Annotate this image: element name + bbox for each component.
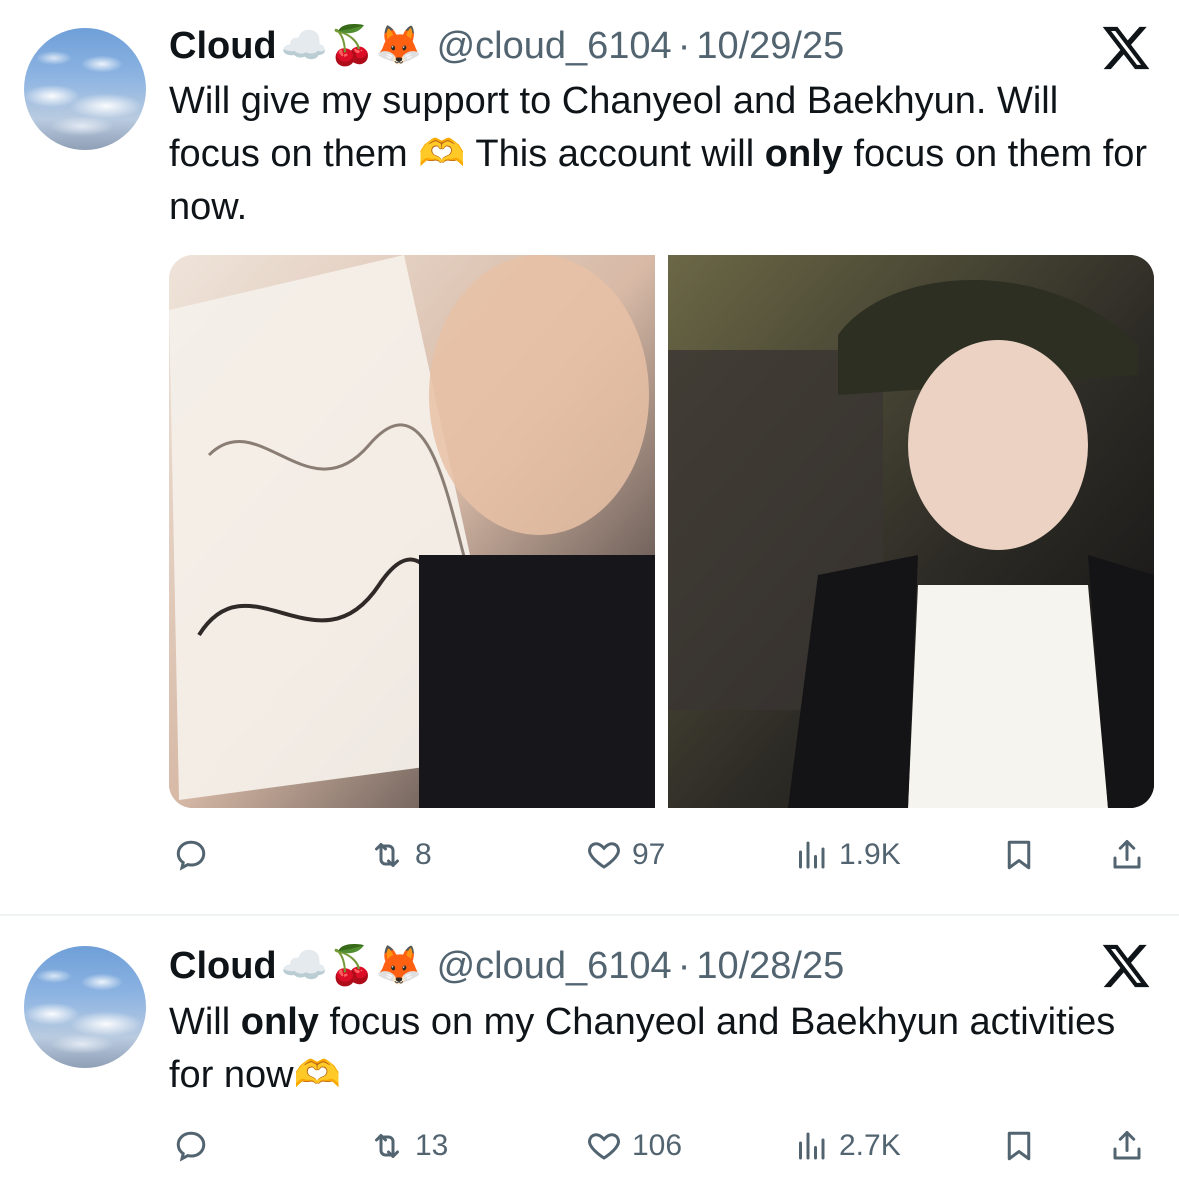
tweet-actions: 13 106 2.7K bbox=[169, 1121, 1159, 1171]
views-icon bbox=[799, 1132, 825, 1160]
bookmark-button[interactable] bbox=[1001, 830, 1037, 880]
avatar[interactable] bbox=[24, 28, 146, 150]
photo-image bbox=[668, 255, 1154, 808]
timestamp[interactable]: 10/28/25 bbox=[696, 945, 844, 988]
heart-icon bbox=[588, 1133, 620, 1160]
tweet-actions: 8 97 1.9K bbox=[169, 830, 1159, 880]
separator: · bbox=[677, 24, 691, 67]
bookmark-icon bbox=[1007, 1131, 1031, 1161]
photo-image bbox=[169, 255, 655, 808]
reply-icon bbox=[176, 840, 206, 871]
reply-button[interactable] bbox=[173, 830, 219, 880]
share-icon bbox=[1113, 1131, 1141, 1160]
reply-icon bbox=[176, 1131, 206, 1162]
retweet-count: 13 bbox=[415, 1129, 449, 1162]
handle[interactable]: @cloud_6104 bbox=[437, 945, 672, 988]
tweet-text: Will only focus on my Chanyeol and Baekh… bbox=[169, 996, 1159, 1102]
retweet-icon bbox=[375, 1134, 399, 1158]
separator: · bbox=[677, 944, 691, 987]
tweet-header: Cloud ☁️🍒🦊 @cloud_6104 · 10/29/25 bbox=[169, 22, 844, 70]
views-button[interactable]: 2.7K bbox=[793, 1121, 901, 1171]
tweet[interactable]: Cloud ☁️🍒🦊 @cloud_6104 · 10/28/25 Will o… bbox=[0, 916, 1179, 1200]
retweet-icon bbox=[375, 843, 399, 867]
name-emojis: ☁️🍒🦊 bbox=[280, 25, 423, 67]
retweet-button[interactable]: 13 bbox=[369, 1121, 448, 1171]
display-name[interactable]: Cloud bbox=[169, 25, 277, 68]
like-button[interactable]: 106 bbox=[586, 1121, 682, 1171]
tweet-photo[interactable] bbox=[668, 255, 1154, 808]
like-count: 106 bbox=[632, 1129, 683, 1162]
like-count: 97 bbox=[632, 838, 666, 871]
x-logo-icon bbox=[1102, 26, 1150, 70]
bookmark-button[interactable] bbox=[1001, 1121, 1037, 1171]
views-count: 2.7K bbox=[839, 1129, 901, 1162]
share-icon bbox=[1113, 840, 1141, 869]
views-icon bbox=[799, 841, 825, 869]
retweet-count: 8 bbox=[415, 838, 432, 871]
tweet-header: Cloud ☁️🍒🦊 @cloud_6104 · 10/28/25 bbox=[169, 942, 844, 990]
tweet-text-bold: only bbox=[764, 133, 843, 175]
heart-icon bbox=[588, 842, 620, 869]
display-name[interactable]: Cloud bbox=[169, 945, 277, 988]
like-button[interactable]: 97 bbox=[586, 830, 665, 880]
share-button[interactable] bbox=[1109, 1121, 1145, 1171]
tweet-text: Will give my support to Chanyeol and Bae… bbox=[169, 75, 1159, 234]
tweet[interactable]: Cloud ☁️🍒🦊 @cloud_6104 · 10/29/25 Will g… bbox=[0, 0, 1179, 915]
bookmark-icon bbox=[1007, 840, 1031, 870]
share-button[interactable] bbox=[1109, 830, 1145, 880]
tweet-text-bold: only bbox=[240, 1001, 319, 1043]
tweet-text-part: Will bbox=[169, 1001, 241, 1043]
handle[interactable]: @cloud_6104 bbox=[437, 25, 672, 68]
views-button[interactable]: 1.9K bbox=[793, 830, 901, 880]
name-emojis: ☁️🍒🦊 bbox=[280, 945, 423, 987]
timestamp[interactable]: 10/29/25 bbox=[696, 25, 844, 68]
reply-button[interactable] bbox=[173, 1121, 219, 1171]
x-logo-icon bbox=[1102, 944, 1150, 988]
retweet-button[interactable]: 8 bbox=[369, 830, 432, 880]
tweet-photo[interactable] bbox=[169, 255, 655, 808]
views-count: 1.9K bbox=[839, 838, 901, 871]
avatar[interactable] bbox=[24, 946, 146, 1068]
